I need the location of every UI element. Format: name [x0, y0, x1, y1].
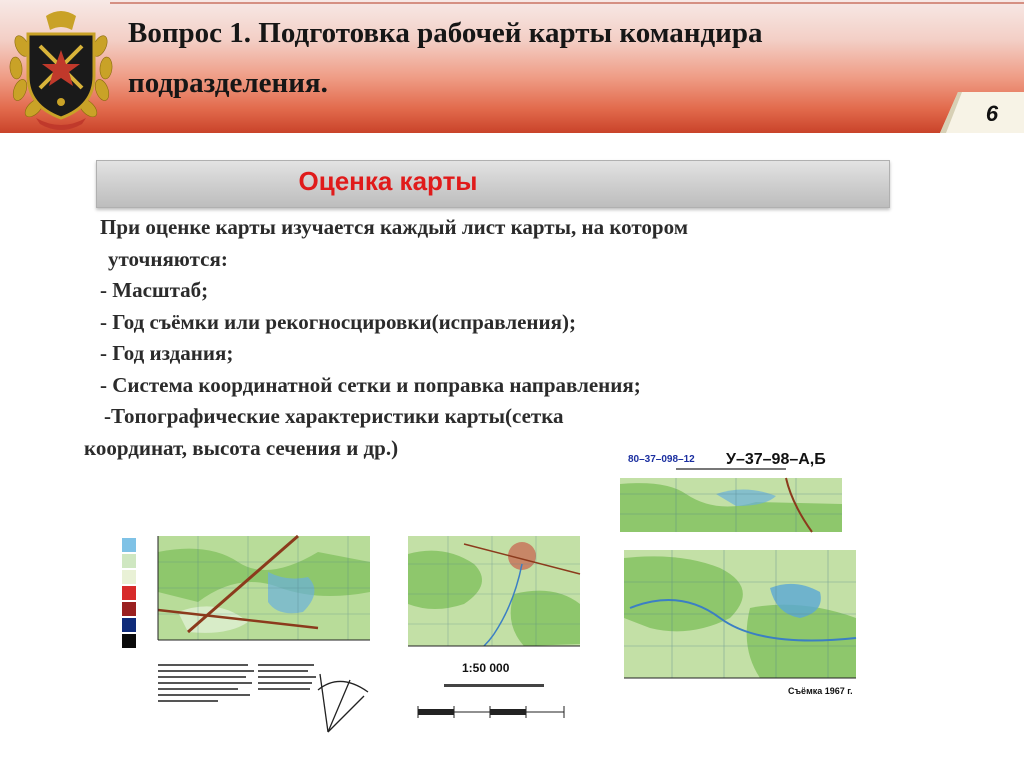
- slide-title-line-2: подразделения.: [128, 67, 328, 99]
- content-line: уточняются:: [108, 246, 228, 271]
- content-text: При оценке карты изучается каждый лист к…: [84, 212, 904, 464]
- slide-number: 6: [985, 101, 999, 126]
- map-sheet-code-left: 80–37–098–12: [628, 454, 695, 465]
- bullet-item-publication-year: - Год издания;: [100, 341, 234, 365]
- academy-emblem-icon: [9, 11, 113, 130]
- slide-title-line-1: Вопрос 1. Подготовка рабочей карты коман…: [128, 17, 763, 49]
- header-divider: [110, 2, 1024, 4]
- section-title: Оценка карты: [298, 166, 478, 196]
- topographic-map-left: [118, 532, 374, 742]
- slide-title: Вопрос 1. Подготовка рабочей карты коман…: [128, 8, 1012, 108]
- topographic-map-middle: 1:50 000: [404, 534, 584, 724]
- topographic-map-right-top: 80–37–098–12 У–37–98–А,Б: [616, 444, 846, 536]
- map-sheet-code-right: У–37–98–А,Б: [726, 451, 826, 468]
- bullet-item-grid-system: - Система координатной сетки и поправка …: [100, 372, 641, 397]
- map-survey-label: Съёмка 1967 г.: [788, 686, 853, 696]
- bullet-item-topographic: -Топографические характеристики карты(се…: [104, 404, 564, 428]
- bullet-item-survey-year: - Год съёмки или рекогносцировки(исправл…: [100, 309, 576, 334]
- bullet-item-scale: - Масштаб;: [100, 278, 209, 302]
- content-line: При оценке карты изучается каждый лист к…: [100, 215, 688, 239]
- map-scale-label: 1:50 000: [462, 661, 510, 675]
- topographic-map-right-bottom: Съёмка 1967 г.: [620, 548, 860, 698]
